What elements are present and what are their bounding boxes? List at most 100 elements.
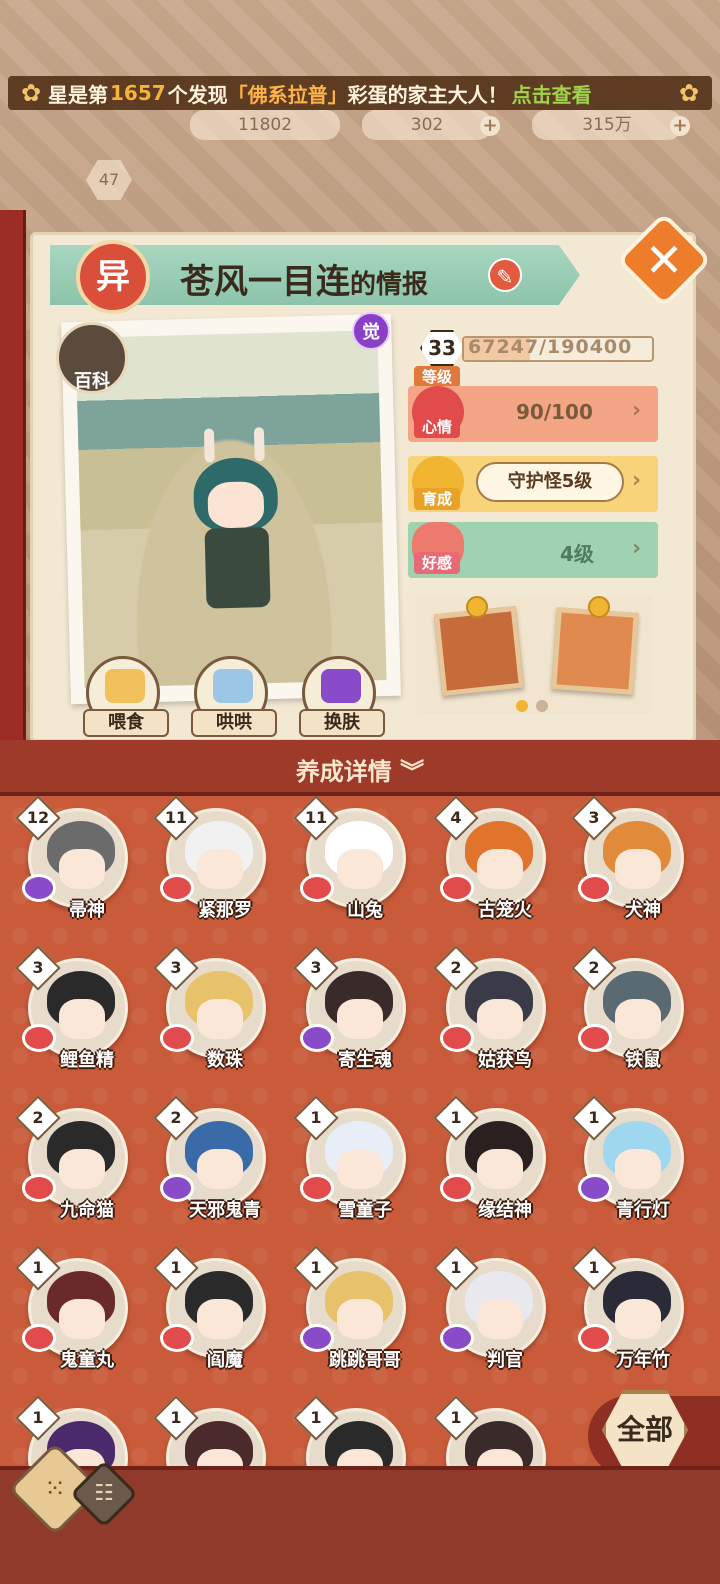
shikigami-face xyxy=(197,849,243,889)
shikigami-card[interactable]: 1 鬼童丸 xyxy=(15,1245,134,1371)
shikigami-card[interactable]: 1 xyxy=(433,1395,552,1466)
shikigami-card[interactable]: 1 万年竹 xyxy=(571,1245,690,1371)
shikigami-card[interactable]: 1 雪童子 xyxy=(293,1095,412,1221)
shikigami-face xyxy=(59,1299,105,1339)
shikigami-level: 3 xyxy=(170,958,182,977)
shikigami-card[interactable]: 3 鲤鱼精 xyxy=(15,945,134,1071)
shikigami-face xyxy=(59,849,105,889)
shikigami-name: 判官 xyxy=(487,1350,523,1371)
shikigami-card[interactable]: 3 寄生魂 xyxy=(293,945,412,1071)
close-icon: ✕ xyxy=(644,233,684,287)
shikigami-name: 姑获鸟 xyxy=(478,1050,532,1071)
flower-icon: ✿ xyxy=(678,79,700,107)
page-dots xyxy=(516,700,548,712)
shikigami-name: 铁鼠 xyxy=(625,1050,661,1071)
locked-item[interactable] xyxy=(551,607,639,695)
shikigami-name: 鬼童丸 xyxy=(60,1350,114,1371)
shikigami-face xyxy=(615,1299,661,1339)
banner-suffix: 彩蛋的家主大人！ xyxy=(347,82,508,107)
shikigami-face xyxy=(197,1149,243,1189)
noodle-bowl-icon xyxy=(105,669,145,703)
encyclopedia-label: 百科 xyxy=(74,371,110,392)
shikigami-card[interactable]: 1 缘结神 xyxy=(433,1095,552,1221)
shikigami-face xyxy=(477,1299,523,1339)
resource-2-value: 302 xyxy=(410,115,444,135)
shikigami-level: 2 xyxy=(170,1108,182,1127)
pin-icon xyxy=(588,596,610,618)
shikigami-face xyxy=(197,1449,243,1466)
sushi-item[interactable] xyxy=(433,605,525,697)
shikigami-card[interactable]: 2 铁鼠 xyxy=(571,945,690,1071)
character-sprite[interactable] xyxy=(184,427,289,630)
shikigami-face xyxy=(477,849,523,889)
skin-button[interactable]: 换肤 xyxy=(299,656,385,737)
shikigami-face xyxy=(337,1149,383,1189)
page-dot[interactable] xyxy=(536,700,548,712)
shikigami-card[interactable]: 2 姑获鸟 xyxy=(433,945,552,1071)
view-link[interactable]: 点击查看 xyxy=(512,79,592,108)
shikigami-name: 跳跳哥哥 xyxy=(329,1350,401,1371)
shikigami-card[interactable]: 4 古笼火 xyxy=(433,796,552,921)
skin-label: 换肤 xyxy=(299,709,385,737)
shikigami-name: 缘结神 xyxy=(478,1200,532,1221)
shikigami-card[interactable]: 1 青行灯 xyxy=(571,1095,690,1221)
soothe-button[interactable]: 哄哄 xyxy=(191,656,277,737)
shikigami-level: 4 xyxy=(450,808,462,827)
shikigami-name: 九命猫 xyxy=(60,1200,114,1221)
shikigami-card[interactable]: 12 帚神 xyxy=(15,796,134,921)
shikigami-level: 2 xyxy=(450,958,462,977)
shikigami-card[interactable]: 3 数珠 xyxy=(153,945,272,1071)
favor-label: 好感 xyxy=(414,552,460,574)
announcement-banner[interactable]: ✿ 星是第 1657 个发现 「佛系拉普」 彩蛋的家主大人！ 点击查看 ✿ xyxy=(8,76,712,110)
shikigami-face xyxy=(337,1449,383,1466)
encyclopedia-button[interactable]: 百科 xyxy=(56,322,128,394)
shikigami-face xyxy=(615,999,661,1039)
shikigami-name: 阎魔 xyxy=(207,1350,243,1371)
shikigami-level: 3 xyxy=(32,958,44,977)
shikigami-level: 2 xyxy=(32,1108,44,1127)
shikigami-level: 1 xyxy=(32,1258,44,1277)
shikigami-card[interactable]: 1 判官 xyxy=(433,1245,552,1371)
edit-icon[interactable]: ✎ xyxy=(488,258,522,292)
shikigami-card[interactable]: 3 犬神 xyxy=(571,796,690,921)
shikigami-name: 天邪鬼青 xyxy=(189,1200,261,1221)
shikigami-level: 11 xyxy=(164,808,188,827)
awaken-badge[interactable]: 觉 xyxy=(352,312,390,350)
shikigami-card[interactable]: 2 九命猫 xyxy=(15,1095,134,1221)
resource-bar-3: 315万 + xyxy=(532,110,690,140)
shikigami-card[interactable]: 1 跳跳哥哥 xyxy=(293,1245,412,1371)
shikigami-face xyxy=(197,1299,243,1339)
add-resource-2-button[interactable]: + xyxy=(480,116,500,136)
soothe-label: 哄哄 xyxy=(191,709,277,737)
chevron-right-icon: › xyxy=(632,398,642,423)
shikigami-card[interactable]: 1 xyxy=(15,1395,134,1466)
details-title: 养成详情 xyxy=(295,758,392,786)
shikigami-card[interactable]: 1 xyxy=(153,1395,272,1466)
shikigami-face xyxy=(477,1149,523,1189)
shikigami-level: 3 xyxy=(588,808,600,827)
shikigami-card[interactable]: 1 阎魔 xyxy=(153,1245,272,1371)
shikigami-face xyxy=(337,849,383,889)
growth-value: 守护怪5级 xyxy=(476,462,624,502)
shikigami-card[interactable]: 11 紧那罗 xyxy=(153,796,272,921)
shikigami-level: 2 xyxy=(588,958,600,977)
shikigami-face xyxy=(477,999,523,1039)
page-dot-active[interactable] xyxy=(516,700,528,712)
shikigami-name: 万年竹 xyxy=(616,1350,670,1371)
shikigami-level: 1 xyxy=(170,1258,182,1277)
shikigami-level: 1 xyxy=(310,1408,322,1427)
banner-middle: 个发现 xyxy=(167,82,228,107)
shikigami-card[interactable]: 11 山兔 xyxy=(293,796,412,921)
shikigami-level: 1 xyxy=(32,1408,44,1427)
shikigami-card[interactable]: 2 天邪鬼青 xyxy=(153,1095,272,1221)
details-toggle[interactable]: 养成详情 ︾ xyxy=(0,752,720,787)
feed-button[interactable]: 喂食 xyxy=(83,656,169,737)
shikigami-name: 帚神 xyxy=(69,900,105,921)
shikigami-name: 紧那罗 xyxy=(198,900,252,921)
resource-3-value: 315万 xyxy=(582,115,632,135)
add-resource-3-button[interactable]: + xyxy=(670,116,690,136)
shikigami-level: 1 xyxy=(588,1108,600,1127)
resource-bar-2: 302 + xyxy=(362,110,500,140)
character-body xyxy=(204,527,271,609)
shikigami-card[interactable]: 1 xyxy=(293,1395,412,1466)
